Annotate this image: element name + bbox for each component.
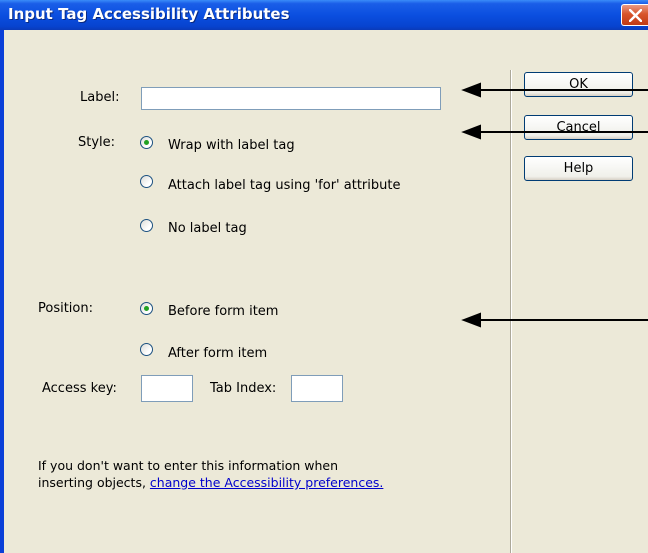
dialog-window: Input Tag Accessibility Attributes Label… [0, 0, 648, 553]
annotation-arrows [461, 82, 648, 328]
